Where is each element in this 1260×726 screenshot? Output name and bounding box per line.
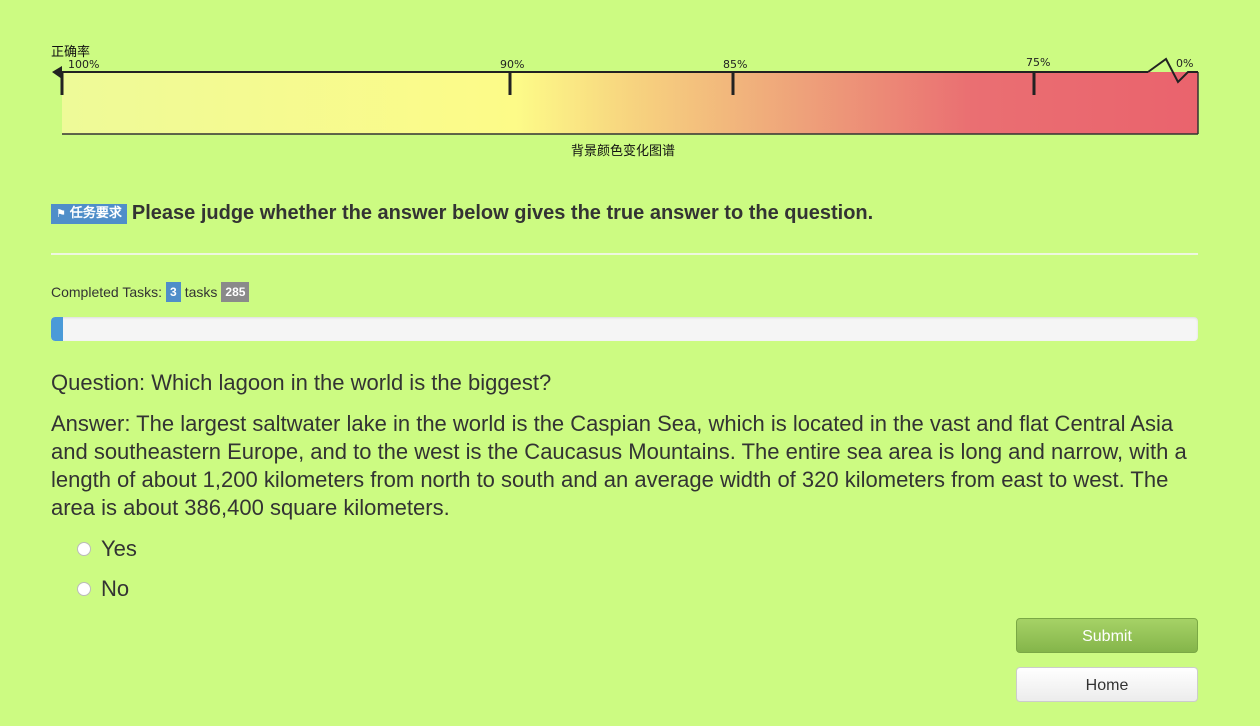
task-requirement-badge: ⚑ 任务要求 [51,203,127,224]
completed-label: Completed Tasks: [51,284,163,300]
home-button[interactable]: Home [1016,667,1198,702]
option-yes[interactable]: Yes [77,536,137,562]
task-badge-label: 任务要求 [69,205,122,221]
tasks-label: tasks [184,284,218,300]
submit-button[interactable]: Submit [1016,618,1198,653]
option-yes-label: Yes [101,536,137,561]
completed-count-badge: 3 [166,282,181,302]
answer-text: Answer: The largest saltwater lake in th… [51,411,1187,520]
completed-tasks-counter: Completed Tasks: 3 tasks 285 [51,282,250,302]
accuracy-color-scale: 100% 90% 85% 75% 0% [52,56,1199,135]
divider [51,253,1198,255]
total-count-badge: 285 [221,282,250,302]
progress-bar [51,317,1198,341]
task-instruction-row: ⚑ 任务要求 Please judge whether the answer b… [51,202,873,225]
scale-label-0: 0% [1176,57,1193,70]
yes-radio[interactable] [77,542,91,556]
option-no[interactable]: No [77,576,129,602]
progress-bar-fill [51,317,64,341]
option-no-label: No [101,576,130,601]
scale-label-90: 90% [500,58,524,71]
megaphone-icon: ⚑ [56,206,66,220]
task-instruction-text: Please judge whether the answer below gi… [131,202,874,224]
no-radio[interactable] [77,582,91,596]
scale-label-100: 100% [68,58,99,71]
scale-label-75: 75% [1026,56,1050,69]
scale-label-85: 85% [723,58,747,71]
question-text: Question: Which lagoon in the world is t… [51,370,552,395]
scale-caption: 背景颜色变化图谱 [570,144,675,159]
